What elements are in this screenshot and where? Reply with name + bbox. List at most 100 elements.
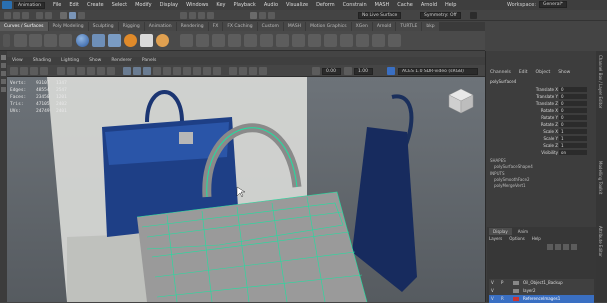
layer-row[interactable]: V P Oil_Object1_Backup (489, 279, 594, 287)
attr-value[interactable]: 0 (559, 108, 587, 113)
gate-mask-icon[interactable] (87, 67, 95, 75)
attr-scale-y[interactable]: Scale Y1 (526, 136, 596, 142)
shelf-tab-animation[interactable]: Animation (144, 22, 176, 31)
rebuild-icon[interactable] (340, 34, 353, 47)
textured-icon[interactable] (153, 67, 161, 75)
exposure-icon[interactable] (312, 67, 320, 75)
move-layer-down-icon[interactable] (555, 244, 561, 250)
menu-windows[interactable]: Windows (182, 2, 212, 8)
attr-value[interactable]: 1 (559, 143, 587, 148)
attr-rotate-x[interactable]: Rotate X0 (526, 108, 596, 114)
layers-menu-help[interactable]: Help (532, 236, 541, 241)
layer-visibility-toggle[interactable]: V (491, 279, 494, 287)
shelf-tab-sculpting[interactable]: Sculpting (88, 22, 118, 31)
offset-icon[interactable] (388, 34, 401, 47)
loft-icon[interactable] (180, 34, 193, 47)
menu-edit[interactable]: Edit (65, 2, 83, 8)
render-settings-icon[interactable] (268, 12, 275, 19)
motion-blur-icon[interactable] (193, 67, 201, 75)
isolate-select-icon[interactable] (229, 67, 237, 75)
panel-menu-shading[interactable]: Shading (28, 57, 56, 65)
move-layer-up-icon[interactable] (547, 244, 553, 250)
attr-value[interactable]: 0 (559, 101, 587, 106)
camera-icon[interactable] (10, 67, 18, 75)
shelf-tab-custom[interactable]: Custom (257, 22, 283, 31)
extrude-icon[interactable] (212, 34, 225, 47)
ipr-render-icon[interactable] (259, 12, 266, 19)
attr-value[interactable]: 1 (559, 136, 587, 141)
arc-icon[interactable] (59, 34, 72, 47)
square-icon[interactable] (292, 34, 305, 47)
view-cube-icon[interactable] (447, 87, 475, 115)
boundary-icon[interactable] (276, 34, 289, 47)
attr-visibility[interactable]: Visibility on (526, 150, 596, 156)
gamma-field[interactable]: 1.00 (354, 68, 373, 75)
side-tab-channel-box[interactable]: Channel Box / Layer Editor (598, 55, 603, 108)
layers-menu-layers[interactable]: Layers (489, 236, 502, 241)
rotate-tool-icon[interactable] (1, 79, 6, 84)
attr-scale-z[interactable]: Scale Z1 (526, 143, 596, 149)
layer-color-swatch[interactable] (513, 297, 519, 301)
shelf-tab-curves-surfaces[interactable]: Curves / Surfaces (0, 22, 48, 31)
mode-selector[interactable]: Animation (14, 1, 45, 9)
live-surface-field[interactable]: No Live Surface (358, 12, 402, 19)
select-hierarchy-icon[interactable] (60, 12, 67, 19)
object-name[interactable]: polySurface4 (490, 79, 516, 85)
field-chart-icon[interactable] (97, 67, 105, 75)
save-scene-icon[interactable] (22, 12, 29, 19)
channel-menu-channels[interactable]: Channels (486, 68, 515, 77)
channel-menu-object[interactable]: Object (532, 68, 555, 77)
attr-translate-y[interactable]: Translate Y0 (526, 94, 596, 100)
layer-name[interactable]: Oil_Object1_Backup (523, 279, 563, 287)
safe-action-icon[interactable] (107, 67, 115, 75)
nurbs-plane-icon[interactable] (140, 34, 153, 47)
anti-aliasing-icon[interactable] (203, 67, 211, 75)
revolve-icon[interactable] (196, 34, 209, 47)
attr-value[interactable]: 0 (559, 87, 587, 92)
menu-arnold[interactable]: Arnold (417, 2, 441, 8)
shape-name[interactable]: polySurfaceShape4 (494, 164, 533, 170)
nurbs-cylinder-icon[interactable] (108, 34, 121, 47)
panel-menu-lighting[interactable]: Lighting (56, 57, 84, 65)
menu-modify[interactable]: Modify (131, 2, 156, 8)
panel-menu-renderer[interactable]: Renderer (106, 57, 137, 65)
snap-surface-icon[interactable] (207, 12, 214, 19)
layer-color-swatch[interactable] (513, 281, 519, 285)
cv-curve-icon[interactable] (14, 34, 27, 47)
new-layer-selected-icon[interactable] (571, 244, 577, 250)
shelf-tab-xgen[interactable]: XGen (351, 22, 372, 31)
panel-menu-show[interactable]: Show (84, 57, 106, 65)
shelf-tab-motion-graphics[interactable]: Motion Graphics (306, 22, 351, 31)
menu-file[interactable]: File (49, 2, 65, 8)
side-tab-modelling-toolkit[interactable]: Modelling Toolkit (598, 161, 603, 194)
panel-menu-panels[interactable]: Panels (137, 57, 161, 65)
side-tab-attribute-editor[interactable]: Attribute Editor (598, 226, 603, 257)
ambient-occlusion-icon[interactable] (183, 67, 191, 75)
tab-anim[interactable]: Anim (514, 228, 532, 235)
workspace-selector[interactable]: General* (539, 1, 567, 8)
layer-color-swatch[interactable] (513, 289, 519, 293)
menu-help[interactable]: Help (441, 2, 460, 8)
attr-value[interactable]: 0 (559, 115, 587, 120)
resolution-gate-icon[interactable] (77, 67, 85, 75)
menu-cache[interactable]: Cache (393, 2, 417, 8)
bevel-icon[interactable] (244, 34, 257, 47)
move-tool-icon[interactable] (1, 71, 6, 76)
wireframe-icon[interactable] (123, 67, 131, 75)
xray-joints-icon[interactable] (249, 67, 257, 75)
menu-select[interactable]: Select (108, 2, 131, 8)
input-node[interactable]: polyMergeVert1 (494, 183, 526, 189)
attr-value[interactable]: 0 (559, 94, 587, 99)
attr-value[interactable]: 0 (559, 122, 587, 127)
attr-translate-z[interactable]: Translate Z0 (526, 101, 596, 107)
image-plane-icon[interactable] (40, 67, 48, 75)
new-scene-icon[interactable] (4, 12, 11, 19)
shelf-tab-rigging[interactable]: Rigging (118, 22, 144, 31)
bookmark-icon[interactable] (30, 67, 38, 75)
menu-visualize[interactable]: Visualize (282, 2, 312, 8)
symmetry-selector[interactable]: Symmetry: Off (420, 12, 461, 19)
shelf-tab-turtle[interactable]: TURTLE (396, 22, 422, 31)
perspective-viewport[interactable]: Verts: 93107 1347 Edges: 48554 2547 Faces: 23… (7, 77, 485, 302)
attr-value[interactable]: on (559, 150, 587, 155)
camera-attributes-icon[interactable] (20, 67, 28, 75)
